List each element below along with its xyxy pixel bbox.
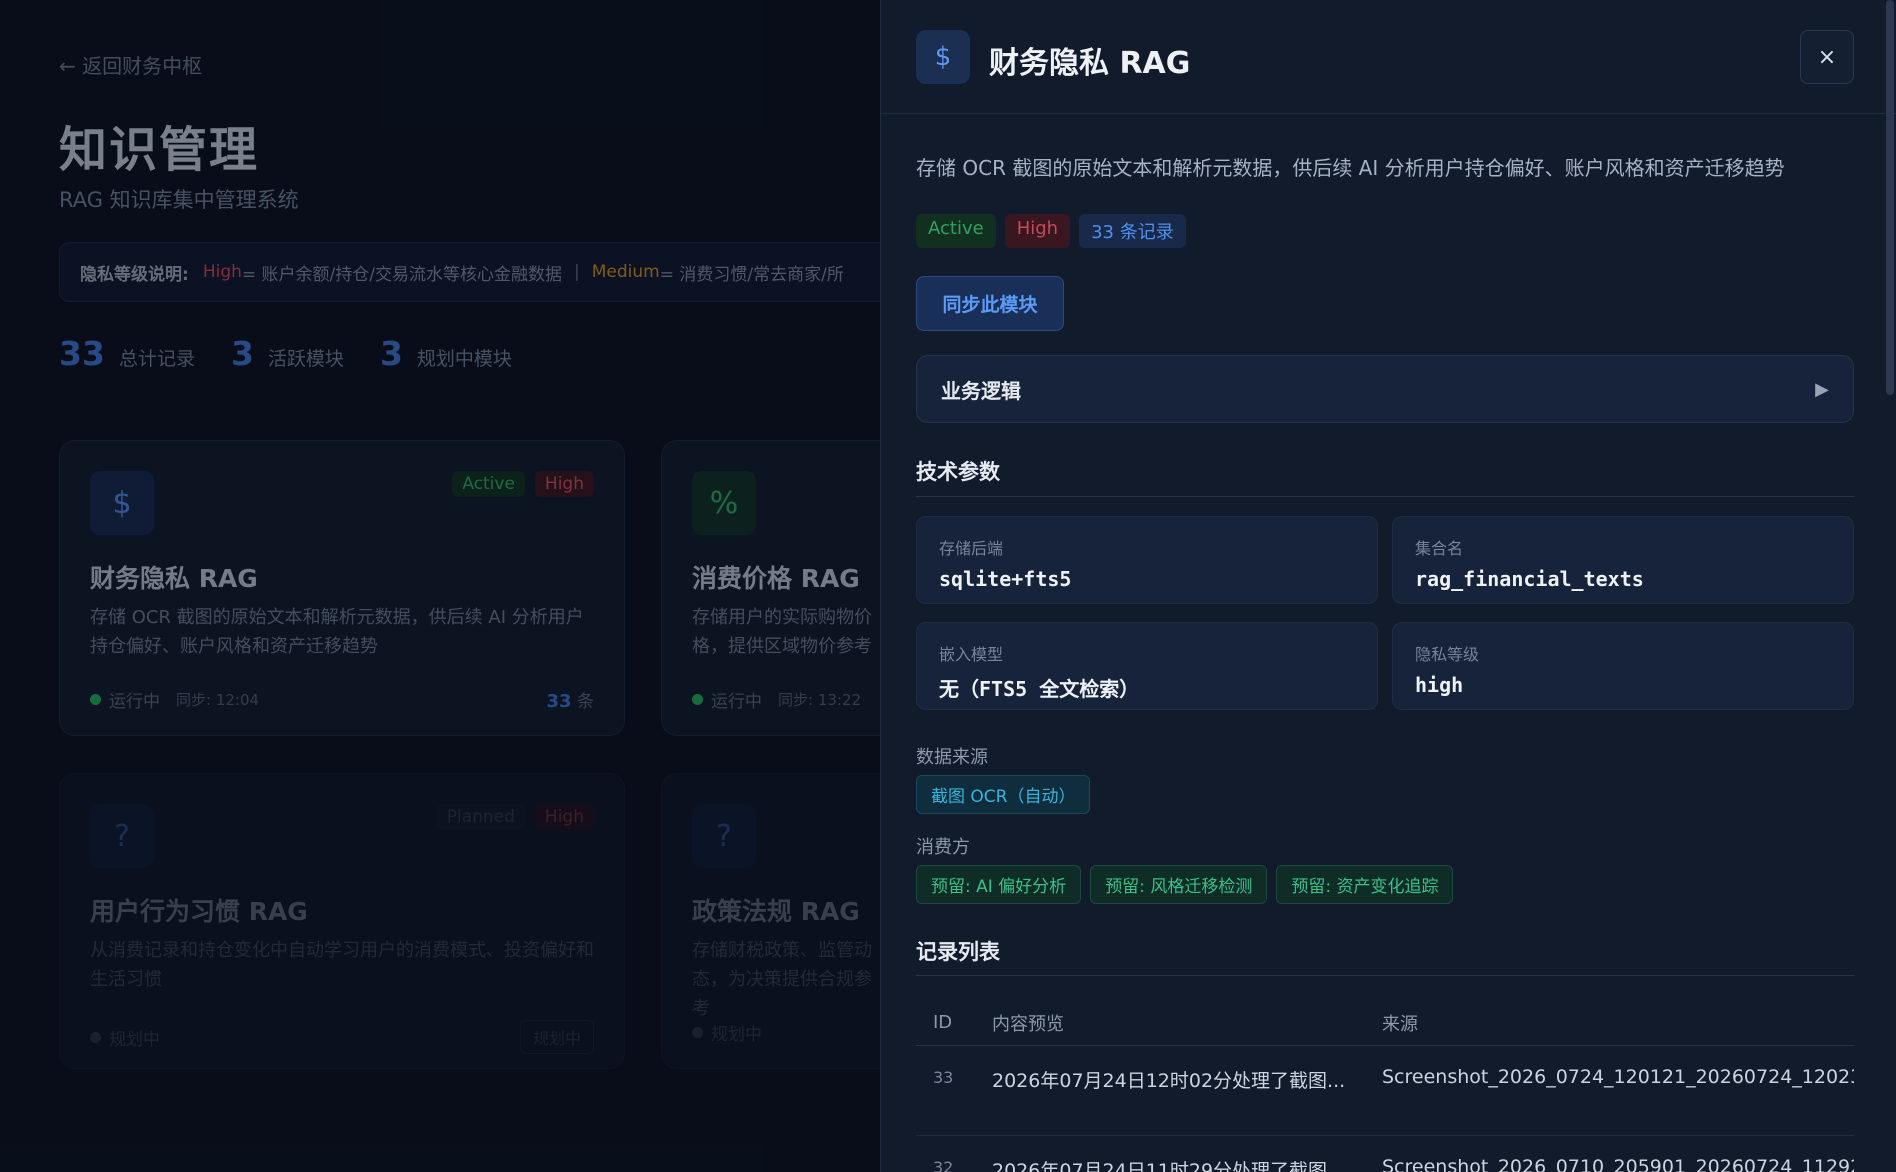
consumers: 预留: AI 偏好分析 预留: 风格迁移检测 预留: 资产变化追踪: [916, 865, 1454, 904]
header-id: ID: [933, 1012, 953, 1033]
drawer-header: $ 财务隐私 RAG ×: [881, 0, 1896, 114]
records-table: ID 内容预览 来源 33 2026年07月24日12时02分处理了截图... …: [916, 1000, 1854, 1172]
param-value: sqlite+fts5: [939, 567, 1072, 591]
param-collection-name: 集合名 rag_financial_texts: [1392, 516, 1854, 604]
drawer-title: 财务隐私 RAG: [989, 46, 1191, 81]
param-key: 存储后端: [939, 539, 1004, 558]
dollar-icon: $: [916, 30, 970, 84]
divider: [916, 496, 1854, 497]
records-title: 记录列表: [916, 940, 1000, 964]
table-header: ID 内容预览 来源: [916, 1000, 1854, 1046]
record-count-badge: 33 条记录: [1079, 214, 1186, 248]
tech-params-title: 技术参数: [916, 460, 1000, 484]
param-key: 嵌入模型: [939, 645, 1004, 664]
cell-source: Screenshot_2026_0724_120121_20260724_120…: [1382, 1066, 1854, 1088]
param-embedding-model: 嵌入模型 无（FTS5 全文检索）: [916, 622, 1378, 710]
header-source: 来源: [1382, 1013, 1418, 1035]
data-sources: 截图 OCR（自动）: [916, 775, 1091, 814]
modal-backdrop[interactable]: [0, 0, 880, 1172]
drawer-scrollbar[interactable]: [1886, 0, 1894, 395]
consumer-chip: 预留: 风格迁移检测: [1090, 865, 1268, 904]
consumer-chip: 预留: 资产变化追踪: [1276, 865, 1454, 904]
cell-preview: 2026年07月24日11时29分处理了截图...: [992, 1160, 1346, 1172]
consumers-label: 消费方: [916, 837, 970, 858]
module-detail-drawer: $ 财务隐私 RAG × 存储 OCR 截图的原始文本和解析元数据，供后续 AI…: [880, 0, 1896, 1172]
privacy-badge: High: [1004, 214, 1071, 248]
divider: [916, 975, 1854, 976]
header-preview: 内容预览: [992, 1013, 1064, 1035]
business-logic-toggle[interactable]: 业务逻辑 ▶: [916, 355, 1854, 423]
close-button[interactable]: ×: [1800, 30, 1854, 84]
drawer-badges: Active High 33 条记录: [916, 214, 1186, 248]
cell-source: Screenshot_2026_0710_205901_20260724_112…: [1382, 1156, 1854, 1172]
param-value: high: [1415, 673, 1464, 697]
param-privacy-level: 隐私等级 high: [1392, 622, 1854, 710]
play-arrow-icon: ▶: [1815, 378, 1829, 400]
cell-id: 32: [933, 1158, 954, 1172]
business-logic-label: 业务逻辑: [941, 378, 1021, 403]
param-key: 集合名: [1415, 539, 1464, 558]
param-value: rag_financial_texts: [1415, 567, 1644, 591]
param-storage-backend: 存储后端 sqlite+fts5: [916, 516, 1378, 604]
param-key: 隐私等级: [1415, 645, 1480, 664]
data-sources-label: 数据来源: [916, 747, 988, 768]
table-row[interactable]: 32 2026年07月24日11时29分处理了截图... Screenshot_…: [916, 1136, 1854, 1172]
sync-module-button[interactable]: 同步此模块: [916, 276, 1064, 331]
cell-id: 33: [933, 1068, 954, 1087]
drawer-description: 存储 OCR 截图的原始文本和解析元数据，供后续 AI 分析用户持仓偏好、账户风…: [916, 156, 1785, 180]
consumer-chip: 预留: AI 偏好分析: [916, 865, 1082, 904]
status-badge: Active: [916, 214, 996, 248]
source-chip: 截图 OCR（自动）: [916, 775, 1091, 814]
table-row[interactable]: 33 2026年07月24日12时02分处理了截图... Screenshot_…: [916, 1046, 1854, 1136]
param-value: 无（FTS5 全文检索）: [939, 677, 1140, 701]
cell-preview: 2026年07月24日12时02分处理了截图...: [992, 1070, 1346, 1092]
